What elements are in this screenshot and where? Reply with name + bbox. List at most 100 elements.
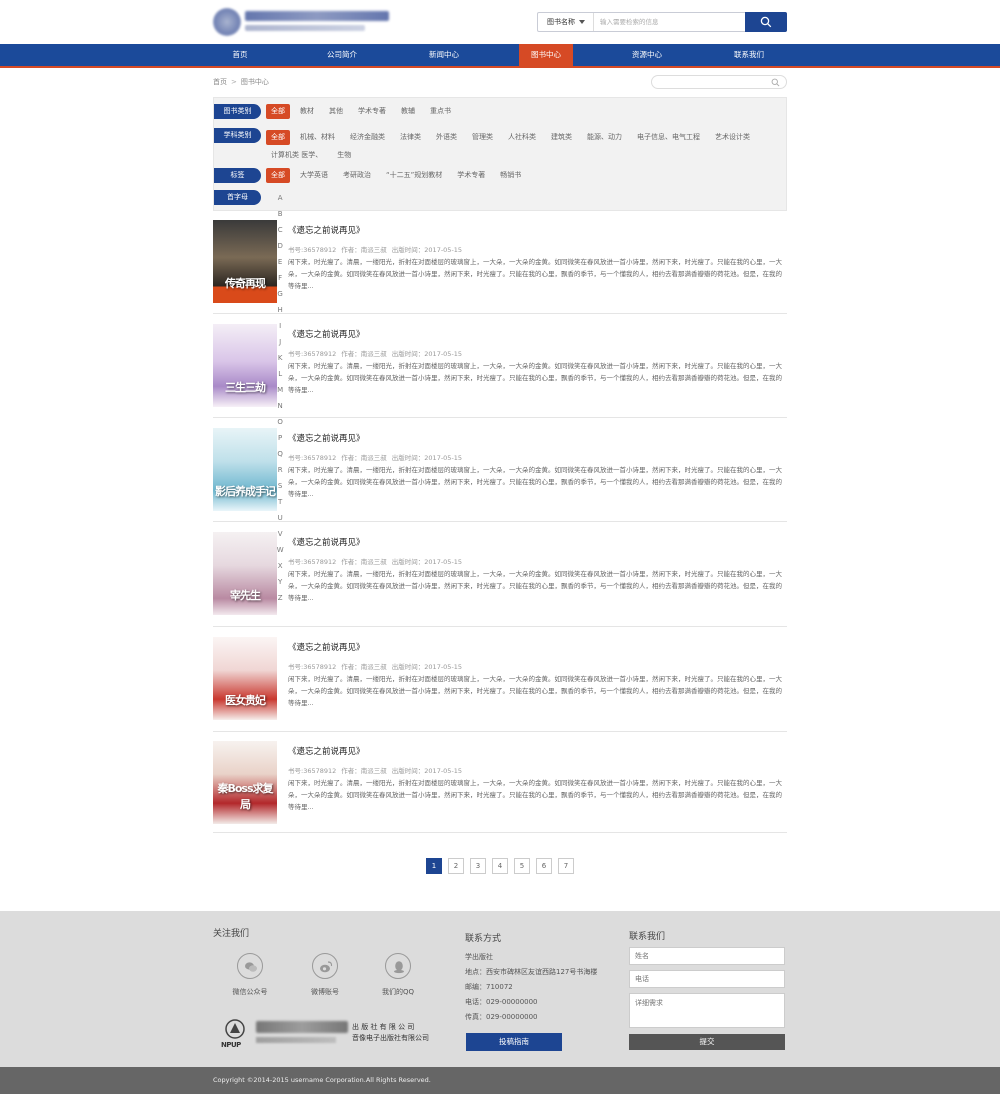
tag-option[interactable]: 学术专著	[452, 168, 490, 183]
social-weibo[interactable]: 微博账号	[295, 953, 355, 997]
book-type-option[interactable]: 重点书	[425, 104, 456, 119]
page-7-button[interactable]: 7	[558, 858, 574, 874]
book-author: 作者：南派三叔	[341, 767, 387, 775]
social-qq-label: 我们的QQ	[381, 988, 415, 996]
header-search: 图书名称	[537, 12, 787, 32]
book-type-option[interactable]: 教材	[295, 104, 319, 119]
book-meta: 书号:36578912 作者：南派三叔 出版时间：2017-05-15	[288, 661, 467, 671]
book-cover-title: 秦Boss求复局	[217, 782, 273, 811]
subject-option[interactable]: 法律类	[395, 130, 426, 145]
subject-option[interactable]: 艺术设计类	[710, 130, 755, 145]
book-title[interactable]: 《遗忘之前说再见》	[288, 328, 365, 340]
nav-contact[interactable]: 联系我们	[708, 44, 790, 66]
tag-option[interactable]: “十二五”规划教材	[381, 168, 447, 183]
book-type-option[interactable]: 学术专著	[353, 104, 391, 119]
initial-letter-option[interactable]: A	[272, 191, 288, 206]
breadcrumb-current: 图书中心	[240, 78, 269, 86]
subject-option[interactable]: 外语类	[431, 130, 462, 145]
nav-resources[interactable]: 资源中心	[606, 44, 688, 66]
book-cover[interactable]: 影后养成手记	[213, 428, 277, 511]
book-item: 医女贵妃 《遗忘之前说再见》书号:36578912 作者：南派三叔 出版时间：2017…	[213, 637, 787, 732]
nav-books[interactable]: 图书中心	[519, 44, 573, 68]
subject-option[interactable]: 全部	[266, 130, 290, 145]
book-item: 三生三劫 《遗忘之前说再见》 书号:36578912 作者：南派三叔 出版时间：2017…	[213, 324, 787, 418]
book-isbn: 书号:36578912	[288, 558, 337, 566]
subject-option[interactable]: 机械、材料	[295, 130, 340, 145]
page-6-button[interactable]: 6	[536, 858, 552, 874]
page-5-button[interactable]: 5	[514, 858, 530, 874]
nav-news[interactable]: 新闻中心	[403, 44, 485, 66]
filter-panel: 图书类别 全部 教材 其他 学术专著 教辅 重点书 学科类别 全部 机械、材料 经济金融类 法律…	[213, 97, 787, 602]
filter-label-book-type: 图书类别	[214, 104, 261, 119]
subject-option[interactable]: 管理类	[467, 130, 498, 145]
site-logo[interactable]	[213, 8, 389, 36]
nav-about[interactable]: 公司简介	[301, 44, 383, 66]
subject-option[interactable]: 电子信息、电气工程	[632, 130, 705, 145]
phone-field[interactable]	[629, 970, 785, 988]
page-3-button[interactable]: 3	[470, 858, 486, 874]
book-type-option[interactable]: 教辅	[396, 104, 420, 119]
book-title[interactable]: 《遗忘之前说再见》	[288, 224, 365, 236]
site-header: 图书名称	[0, 0, 1000, 44]
submit-button[interactable]: 提交	[629, 1034, 785, 1050]
book-cover[interactable]: 医女贵妃	[213, 637, 277, 720]
book-author: 作者：南派三叔	[341, 663, 387, 671]
book-meta: 书号:36578912 作者：南派三叔 出版时间：2017-05-15	[288, 765, 467, 775]
logo-title-blurred	[245, 11, 389, 21]
book-title[interactable]: 《遗忘之前说再见》	[288, 432, 365, 444]
book-type-option[interactable]: 其他	[324, 104, 348, 119]
tag-option[interactable]: 全部	[266, 168, 290, 183]
book-title[interactable]: 《遗忘之前说再见》	[288, 745, 365, 757]
subject-option[interactable]: 人社科类	[503, 130, 541, 145]
search-input[interactable]	[600, 13, 740, 31]
tag-option[interactable]: 考研政治	[338, 168, 376, 183]
book-description: 闲下来，时光瘦了。清晨，一缕阳光，折射在对面楼层的玻璃窗上，一大朵，一大朵的金黄…	[288, 779, 782, 811]
social-weibo-label: 微博账号	[311, 988, 339, 996]
book-cover[interactable]: 秦Boss求复局	[213, 741, 277, 824]
detail-field[interactable]	[629, 993, 785, 1028]
name-field[interactable]	[629, 947, 785, 965]
book-title[interactable]: 《遗忘之前说再见》	[288, 536, 365, 548]
search-icon	[771, 78, 780, 87]
book-item: 宰先生 《遗忘之前说再见》 书号:36578912 作者：南派三叔 出版时间：2017-…	[213, 532, 787, 627]
page-4-button[interactable]: 4	[492, 858, 508, 874]
tag-option[interactable]: 畅销书	[495, 168, 526, 183]
qq-icon	[394, 961, 404, 974]
book-cover[interactable]: 传奇再现	[213, 220, 277, 303]
subject-option[interactable]: 生物	[332, 148, 356, 163]
subject-option[interactable]: 建筑类	[546, 130, 577, 145]
book-date: 出版时间：2017-05-15	[391, 246, 463, 254]
book-cover-title: 影后养成手记	[215, 485, 276, 498]
book-author: 作者：南派三叔	[341, 558, 387, 566]
book-type-option[interactable]: 全部	[266, 104, 290, 119]
search-type-select[interactable]: 图书名称	[538, 13, 594, 31]
breadcrumb-home[interactable]: 首页	[213, 78, 227, 86]
book-cover[interactable]: 宰先生	[213, 532, 277, 615]
nav-home[interactable]: 首页	[199, 44, 281, 66]
book-title[interactable]: 《遗忘之前说再见》	[288, 641, 365, 653]
secondary-search-input[interactable]	[651, 75, 787, 89]
publisher-line-1: 出 版 社 有 限 公 司	[352, 1023, 415, 1031]
filter-label-tags: 标签	[214, 168, 261, 183]
book-description: 闲下来，时光瘦了。清晨，一缕阳光，折射在对面楼层的玻璃窗上，一大朵，一大朵的金黄…	[288, 466, 782, 498]
submission-guide-button[interactable]: 投稿指南	[466, 1033, 562, 1051]
book-author: 作者：南派三叔	[341, 350, 387, 358]
book-isbn: 书号:36578912	[288, 454, 337, 462]
social-qq[interactable]: 我们的QQ	[368, 953, 428, 997]
search-button[interactable]	[745, 12, 787, 32]
social-wechat[interactable]: 微信公众号	[220, 953, 280, 997]
subject-option[interactable]: 经济金融类	[345, 130, 390, 145]
page-1-button[interactable]: 1	[426, 858, 442, 874]
subject-option[interactable]: 计算机类 医学、	[266, 148, 327, 163]
book-author: 作者：南派三叔	[341, 454, 387, 462]
book-description: 闲下来，时光瘦了。清晨，一缕阳光，折射在对面楼层的玻璃窗上，一大朵，一大朵的金黄…	[288, 258, 782, 290]
book-cover[interactable]: 三生三劫	[213, 324, 277, 407]
contact-postcode: 邮编：710072	[465, 983, 513, 991]
publisher-logo-text: NPUP	[221, 1041, 241, 1049]
tag-option[interactable]: 大学英语	[295, 168, 333, 183]
page-2-button[interactable]: 2	[448, 858, 464, 874]
caret-down-icon	[579, 20, 585, 24]
subject-option[interactable]: 能源、动力	[582, 130, 627, 145]
logo-emblem-icon	[213, 8, 241, 36]
form-title: 联系我们	[629, 932, 666, 942]
